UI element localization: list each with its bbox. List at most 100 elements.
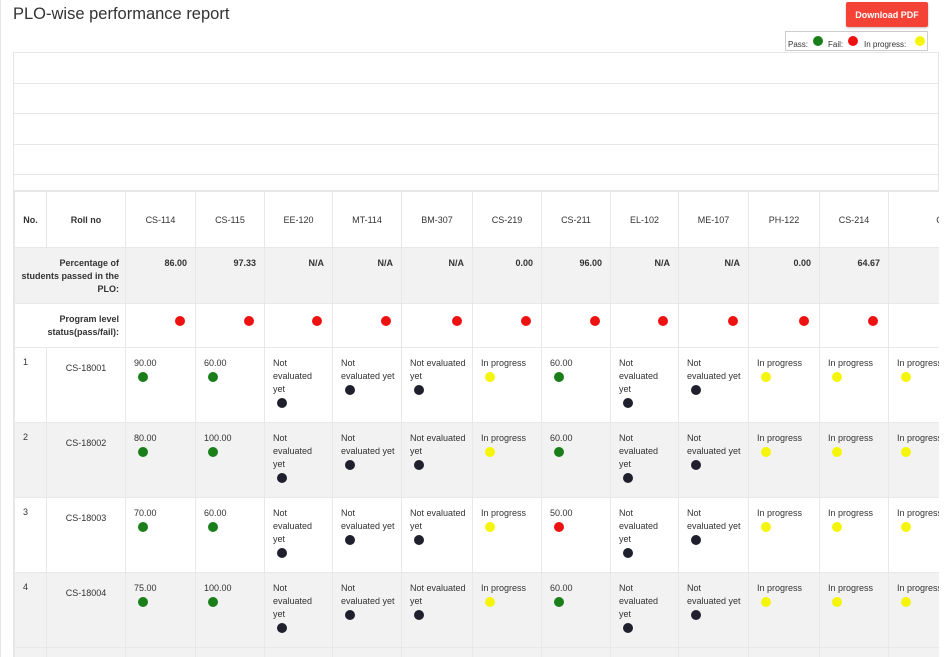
not-evaluated-status-dot-icon xyxy=(277,623,287,633)
roll-number: CS-18004 xyxy=(46,572,126,648)
score-text: In progress xyxy=(757,433,803,443)
pass-status-dot-icon xyxy=(138,372,148,382)
fail-status-dot-icon xyxy=(658,316,668,326)
score-cell: Not evaluated yet xyxy=(264,422,333,498)
score-cell: Not evaluated yet xyxy=(610,497,679,573)
col-header-course: CS-114 xyxy=(125,191,196,248)
score-text: 60.00 xyxy=(550,358,573,368)
not-evaluated-status-dot-icon xyxy=(414,610,424,620)
roll-number: CS-18003 xyxy=(46,497,126,573)
not-evaluated-status-dot-icon xyxy=(414,535,424,545)
score-cell: Not evaluated yet xyxy=(332,347,402,423)
score-text: In progress xyxy=(757,583,803,593)
progress-status-dot-icon xyxy=(832,372,842,382)
score-cell: 60.00 xyxy=(195,497,265,573)
pass-status-dot-icon xyxy=(208,522,218,532)
page-title: PLO-wise performance report xyxy=(13,5,230,23)
score-cell: Not evaluated yet xyxy=(678,422,749,498)
score-cell: In progress xyxy=(819,572,889,648)
percentage-value: N/A xyxy=(264,247,333,304)
progress-dot-icon xyxy=(915,36,925,46)
program-status-cell xyxy=(401,303,473,348)
score-text: Not evaluated yet xyxy=(687,508,741,531)
score-text: 75.00 xyxy=(134,583,157,593)
score-cell: In progress xyxy=(472,497,542,573)
percentage-value: N/A xyxy=(332,247,402,304)
score-cell: Not evaluated yet xyxy=(678,572,749,648)
score-cell: 60.00 xyxy=(541,572,611,648)
score-cell: 100.00 xyxy=(195,572,265,648)
col-header-course: EL-102 xyxy=(610,191,679,248)
plo-report-table: No. Roll no CS-114 CS-115 EE-120 MT-114 BM-3… xyxy=(14,191,939,657)
score-text: Not evaluated yet xyxy=(341,583,395,606)
report-table-container[interactable]: No. Roll no CS-114 CS-115 EE-120 MT-114 BM-3… xyxy=(13,191,939,657)
score-text: Not evaluated yet xyxy=(273,508,313,544)
score-text: Not evaluated yet xyxy=(273,433,313,469)
score-cell: In progress xyxy=(888,347,939,423)
score-cell: 60.00 xyxy=(195,347,265,423)
report-page: PLO-wise performance report Download PDF… xyxy=(0,0,945,657)
score-cell: Not evaluated yet xyxy=(401,572,473,648)
score-cell: 75.00 xyxy=(125,572,196,648)
score-cell: Not evaluated yet xyxy=(401,347,473,423)
score-text: 80.00 xyxy=(134,433,157,443)
col-header-course: CS-214 xyxy=(819,191,889,248)
score-text: 90.00 xyxy=(134,358,157,368)
col-header-course: MT-114 xyxy=(332,191,402,248)
score-text: In progress xyxy=(481,583,527,593)
fail-status-dot-icon xyxy=(244,316,254,326)
col-header-roll: Roll no xyxy=(46,191,126,248)
score-cell: In progress xyxy=(472,572,542,648)
score-text: 60.00 xyxy=(204,358,227,368)
score-text: Not evaluated yet xyxy=(273,358,313,394)
status-legend: Pass: Fail: In progress: xyxy=(785,31,928,51)
score-cell: Not evaluated yet xyxy=(332,572,402,648)
col-header-course: BM-307 xyxy=(401,191,473,248)
progress-status-dot-icon xyxy=(761,447,771,457)
score-cell: 60.00 xyxy=(541,347,611,423)
table-row[interactable]: 4 CS-18004 75.00 100.00 Not evaluated yet Not… xyxy=(14,572,939,648)
score-cell: Not evaluated yet xyxy=(264,347,333,423)
score-cell: In progress xyxy=(819,347,889,423)
score-text: Not evaluated yet xyxy=(619,508,659,544)
fail-status-dot-icon xyxy=(728,316,738,326)
score-text: 100.00 xyxy=(204,433,232,443)
progress-status-dot-icon xyxy=(485,522,495,532)
score-cell: Not evaluated yet xyxy=(610,572,679,648)
col-header-course: CS-115 xyxy=(195,191,265,248)
not-evaluated-status-dot-icon xyxy=(691,610,701,620)
pass-status-dot-icon xyxy=(554,447,564,457)
table-row[interactable]: 2 CS-18002 80.00 100.00 Not evaluated yet Not… xyxy=(14,422,939,498)
score-cell: In progress xyxy=(819,497,889,573)
not-evaluated-status-dot-icon xyxy=(277,548,287,558)
program-status-cell xyxy=(748,303,820,348)
progress-status-dot-icon xyxy=(761,372,771,382)
score-text: Not evaluated yet xyxy=(619,433,659,469)
score-text: In progress xyxy=(481,358,527,368)
table-row[interactable]: 3 CS-18003 70.00 60.00 Not evaluated yet Not … xyxy=(14,497,939,573)
score-text: In progress xyxy=(897,583,939,593)
download-pdf-button[interactable]: Download PDF xyxy=(846,2,928,27)
col-header-course: CS-218 xyxy=(888,191,939,248)
pass-status-dot-icon xyxy=(208,597,218,607)
program-status-cell xyxy=(264,303,333,348)
fail-status-dot-icon xyxy=(312,316,322,326)
progress-status-dot-icon xyxy=(485,372,495,382)
roll-number: CS-18001 xyxy=(46,347,126,423)
score-cell: Not evaluated yet xyxy=(332,422,402,498)
percentage-value: 0.00 xyxy=(472,247,542,304)
legend-pass-label: Pass: xyxy=(788,40,809,49)
col-header-course: PH-122 xyxy=(748,191,820,248)
score-text: Not evaluated yet xyxy=(410,583,466,606)
score-text: Not evaluated yet xyxy=(273,583,313,619)
score-cell: 90.00 xyxy=(125,347,196,423)
header-row: No. Roll no CS-114 CS-115 EE-120 MT-114 BM-3… xyxy=(14,191,939,248)
percentage-value: N/A xyxy=(401,247,473,304)
pass-dot-icon xyxy=(813,36,823,46)
percentage-value: 1. xyxy=(888,247,939,304)
not-evaluated-status-dot-icon xyxy=(345,535,355,545)
table-row[interactable]: 1 CS-18001 90.00 60.00 Not evaluated yet Not … xyxy=(14,347,939,423)
program-status-cell xyxy=(195,303,265,348)
score-cell: 50.00 xyxy=(541,497,611,573)
score-cell: Not evaluated yet xyxy=(264,497,333,573)
